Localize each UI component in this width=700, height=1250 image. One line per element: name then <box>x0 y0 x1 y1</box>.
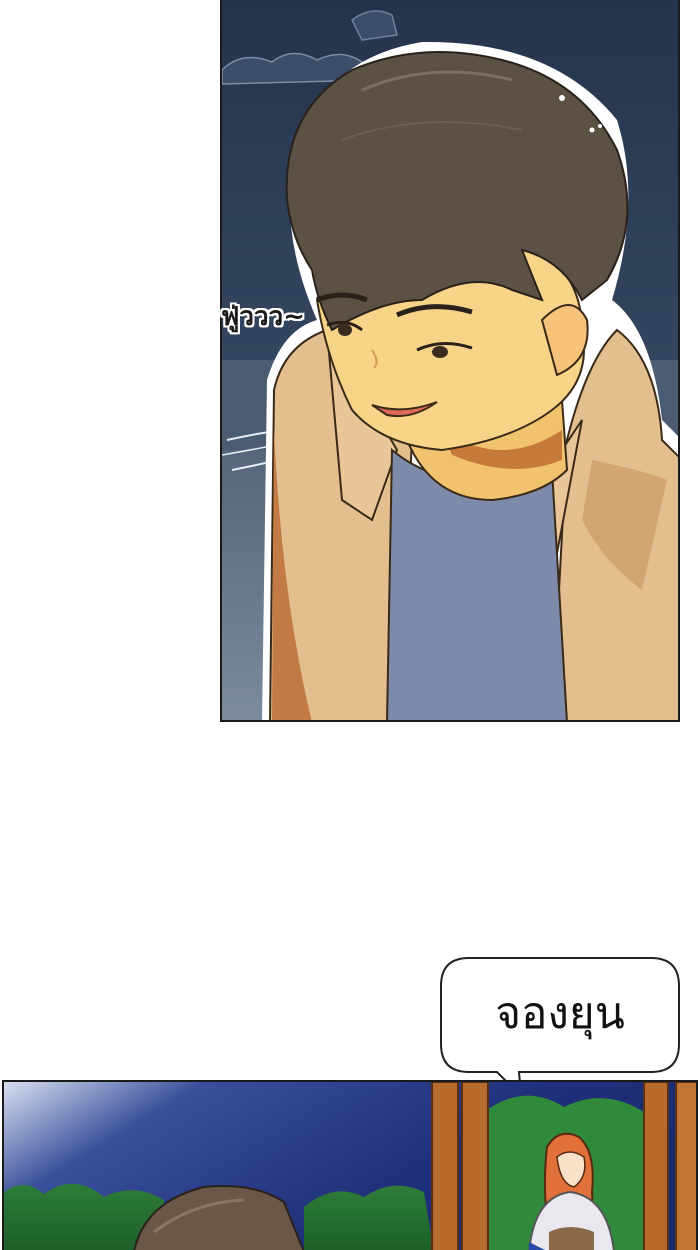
boy-illustration <box>222 0 678 720</box>
speech-bubble-text: จองยุน <box>495 988 625 1039</box>
comic-panel-forest-night <box>2 1080 698 1250</box>
comic-panel-boy-night <box>220 0 680 722</box>
forest-illustration <box>4 1082 696 1250</box>
speech-bubble: จองยุน <box>439 956 681 1099</box>
sound-effect-text: ฟู่ววว~ <box>221 302 305 332</box>
